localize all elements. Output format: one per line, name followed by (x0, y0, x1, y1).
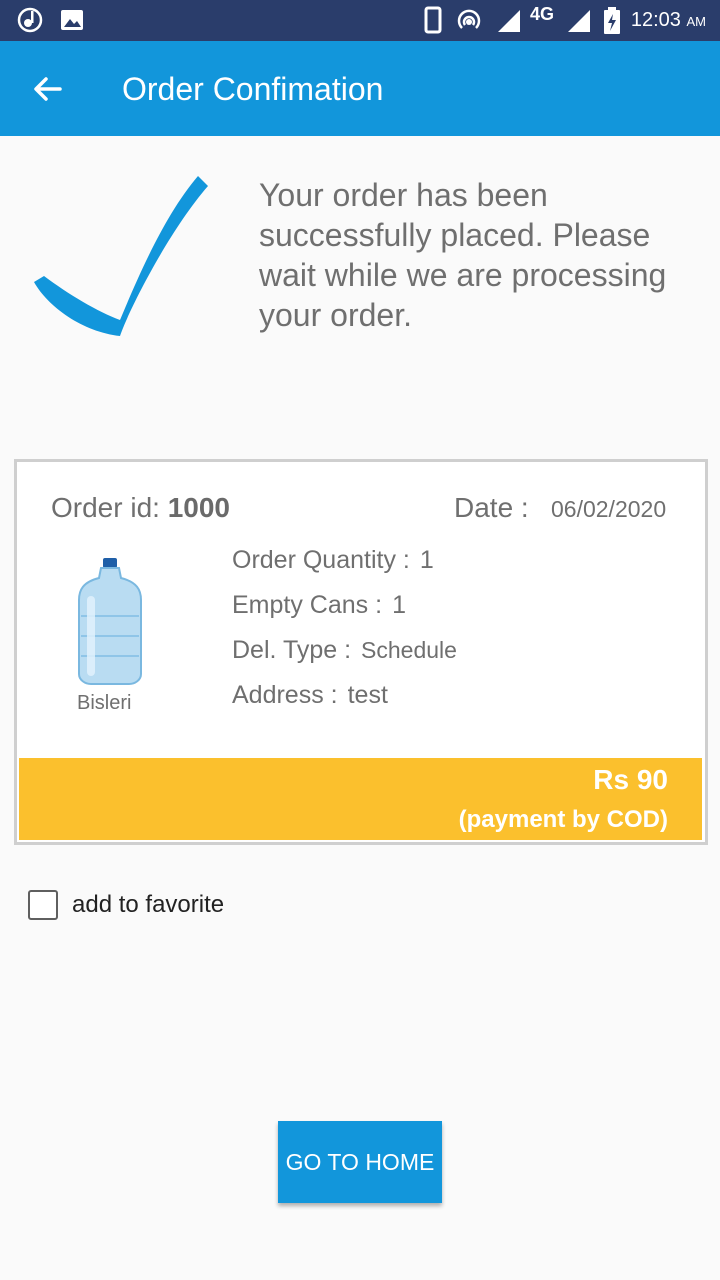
date-value: 06/02/2020 (551, 496, 667, 522)
app-bar: Order Confimation (0, 41, 720, 136)
network-type: 4G (530, 4, 555, 24)
detail-address: Address : test (232, 681, 388, 709)
payment-method: (payment by COD) (458, 806, 668, 833)
price: Rs 90 (593, 764, 668, 795)
status-bar: 4G 12:03 AM (0, 0, 720, 41)
checkmark-icon (28, 172, 214, 349)
image-icon (60, 6, 84, 39)
order-id: Order id: 1000 (51, 492, 231, 523)
go-to-home-button[interactable]: GO TO HOME (278, 1121, 442, 1203)
detail-delivery-type: Del. Type : Schedule (232, 636, 457, 664)
hotspot-icon (455, 6, 483, 39)
page-title: Order Confimation (122, 71, 384, 107)
detail-empty-cans: Empty Cans :1 (232, 591, 406, 619)
music-icon (16, 6, 44, 39)
detail-order-quantity: Order Quantity :1 (232, 546, 434, 574)
arrow-left-icon[interactable] (30, 71, 66, 107)
battery-icon (602, 6, 622, 41)
clock: 12:03 AM (630, 9, 706, 31)
signal-icon (496, 6, 522, 39)
phone-icon (424, 6, 442, 39)
product-name: Bisleri (77, 692, 132, 714)
add-to-favorite-label: add to favorite (72, 891, 225, 918)
date-label: Date : (454, 492, 529, 523)
signal-icon (566, 6, 592, 39)
order-card: Order id: 1000 Date : 06/02/2020 Bisleri… (14, 459, 708, 845)
success-message: Your order has been successfully placed.… (259, 177, 667, 333)
price-bar: Rs 90 (payment by COD) (19, 758, 702, 840)
checkbox-box[interactable] (28, 890, 58, 920)
water-bottle-icon (75, 556, 145, 691)
